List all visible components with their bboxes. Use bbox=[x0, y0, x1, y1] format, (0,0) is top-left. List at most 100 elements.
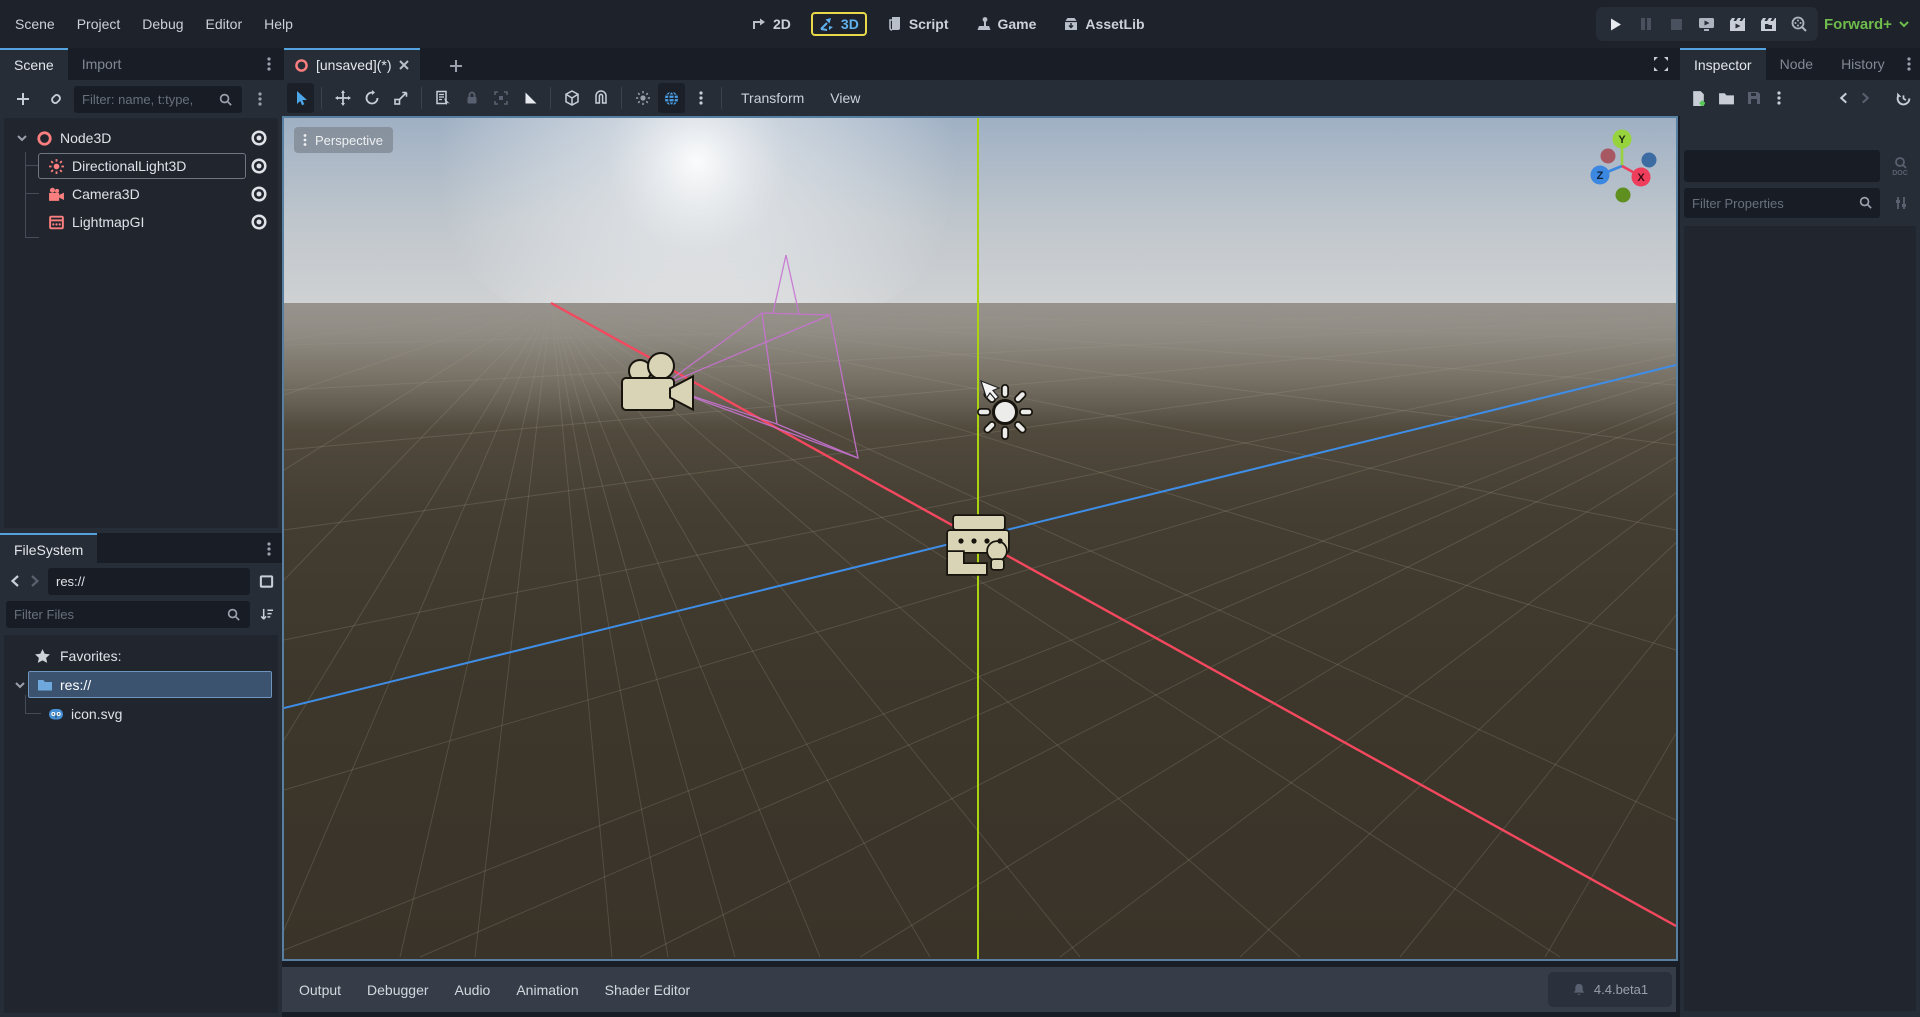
tree-row-directionallight3d[interactable]: DirectionalLight3D bbox=[4, 152, 278, 180]
ruler-tool-button[interactable] bbox=[516, 83, 543, 113]
scene-dock-menu-button[interactable] bbox=[256, 48, 282, 80]
inspector-extra-options-button[interactable] bbox=[1888, 190, 1914, 216]
tree-row-lightmapgi[interactable]: LightmapGI bbox=[4, 208, 278, 236]
transform-menu[interactable]: Transform bbox=[728, 90, 817, 106]
history-back-button[interactable] bbox=[1832, 85, 1854, 111]
scene-tree-menu-button[interactable] bbox=[248, 86, 272, 112]
stop-button[interactable] bbox=[1662, 10, 1690, 38]
instance-scene-button[interactable] bbox=[42, 86, 70, 112]
tab-scene-dock[interactable]: Scene bbox=[0, 48, 68, 80]
workspace-game-button[interactable]: Game bbox=[969, 12, 1044, 36]
history-forward-button[interactable] bbox=[1854, 85, 1876, 111]
scale-tool-button[interactable] bbox=[387, 83, 414, 113]
assetlib-icon bbox=[1063, 16, 1079, 32]
renderer-selector[interactable]: Forward+ bbox=[1824, 0, 1910, 48]
visibility-toggle[interactable] bbox=[248, 183, 270, 205]
tab-node[interactable]: Node bbox=[1766, 48, 1827, 80]
play-custom-scene-button[interactable] bbox=[1754, 10, 1782, 38]
filesystem-dock-menu-button[interactable] bbox=[256, 533, 282, 565]
inspector-properties-area[interactable] bbox=[1684, 226, 1916, 1011]
rotate-tool-button[interactable] bbox=[358, 83, 385, 113]
bottom-tab-output[interactable]: Output bbox=[286, 967, 354, 1012]
workspace-2d-button[interactable]: 2D bbox=[744, 12, 798, 36]
tree-row-node3d[interactable]: Node3D bbox=[4, 124, 278, 152]
tab-history[interactable]: History bbox=[1827, 48, 1899, 80]
play-button[interactable] bbox=[1601, 10, 1629, 38]
preview-environment-button[interactable] bbox=[658, 83, 685, 113]
inspector-filter-input[interactable] bbox=[1684, 188, 1880, 218]
chevron-down-icon bbox=[1898, 18, 1910, 30]
workspace-script-button[interactable]: Script bbox=[880, 12, 956, 36]
workspace-assetlib-button[interactable]: AssetLib bbox=[1056, 12, 1151, 36]
distraction-free-button[interactable] bbox=[1648, 52, 1674, 76]
eye-icon bbox=[250, 129, 268, 147]
add-node-button[interactable] bbox=[8, 86, 38, 112]
tab-filesystem-dock[interactable]: FileSystem bbox=[0, 533, 97, 565]
select-tool-button[interactable] bbox=[287, 83, 314, 113]
pause-button[interactable] bbox=[1632, 10, 1660, 38]
preview-sun-button[interactable] bbox=[629, 83, 656, 113]
visibility-toggle[interactable] bbox=[248, 155, 270, 177]
node-label: Node3D bbox=[60, 130, 111, 146]
use-local-space-button[interactable] bbox=[558, 83, 585, 113]
save-resource-button[interactable] bbox=[1740, 85, 1768, 111]
list-select-button[interactable] bbox=[429, 83, 456, 113]
snap-toggle-button[interactable] bbox=[587, 83, 614, 113]
scene-filter-input[interactable] bbox=[74, 86, 242, 113]
scene-tab-unsaved[interactable]: [unsaved](*) bbox=[284, 48, 420, 80]
movie-maker-button[interactable] bbox=[1785, 10, 1813, 38]
workspace-3d-button[interactable]: 3D bbox=[811, 12, 867, 36]
bottom-tab-shader-editor[interactable]: Shader Editor bbox=[592, 967, 704, 1012]
remote-debug-button[interactable] bbox=[1693, 10, 1721, 38]
fs-back-button[interactable] bbox=[6, 567, 24, 595]
fs-sort-button[interactable] bbox=[254, 601, 278, 627]
perspective-menu-button[interactable]: Perspective bbox=[294, 127, 393, 153]
fs-split-mode-button[interactable] bbox=[254, 568, 278, 594]
play-scene-button[interactable] bbox=[1724, 10, 1752, 38]
bottom-tab-audio[interactable]: Audio bbox=[442, 967, 504, 1012]
menu-help[interactable]: Help bbox=[253, 0, 304, 48]
version-button[interactable]: 4.4.beta1 bbox=[1548, 972, 1672, 1007]
fs-forward-button[interactable] bbox=[26, 567, 44, 595]
lock-selected-button[interactable] bbox=[458, 83, 485, 113]
inspector-dock-menu-button[interactable] bbox=[1899, 48, 1920, 80]
tab-inspector[interactable]: Inspector bbox=[1680, 48, 1766, 80]
fs-path-input[interactable] bbox=[48, 568, 250, 595]
menu-editor[interactable]: Editor bbox=[195, 0, 254, 48]
move-tool-button[interactable] bbox=[329, 83, 356, 113]
run-bar bbox=[1596, 7, 1818, 41]
scene-tab-label: [unsaved](*) bbox=[316, 57, 391, 73]
menu-scene[interactable]: Scene bbox=[4, 0, 66, 48]
bottom-tab-debugger[interactable]: Debugger bbox=[354, 967, 442, 1012]
resource-name-bar[interactable] bbox=[1684, 150, 1880, 182]
viewport-options-button[interactable] bbox=[687, 83, 714, 113]
close-icon[interactable] bbox=[398, 59, 410, 71]
menu-project[interactable]: Project bbox=[66, 0, 132, 48]
new-scene-tab-button[interactable] bbox=[444, 54, 468, 78]
file-row-icon-svg[interactable]: icon.svg bbox=[4, 701, 278, 727]
axis-ball-neg-z[interactable] bbox=[1642, 153, 1657, 168]
new-resource-button[interactable] bbox=[1684, 85, 1712, 111]
axis-ball-neg-x[interactable] bbox=[1601, 149, 1616, 164]
visibility-toggle[interactable] bbox=[248, 211, 270, 233]
lightmapgi-gizmo[interactable] bbox=[948, 516, 1008, 574]
bottom-tab-animation[interactable]: Animation bbox=[503, 967, 591, 1012]
res-root-row[interactable]: res:// bbox=[4, 671, 278, 698]
search-icon bbox=[226, 607, 241, 622]
view-menu[interactable]: View bbox=[817, 90, 873, 106]
fs-filter-input[interactable] bbox=[6, 601, 250, 628]
tab-import-dock[interactable]: Import bbox=[68, 48, 136, 80]
visibility-toggle[interactable] bbox=[248, 127, 270, 149]
star-icon bbox=[34, 648, 51, 665]
menu-debug[interactable]: Debug bbox=[131, 0, 194, 48]
open-docs-button[interactable]: DOC bbox=[1886, 152, 1914, 180]
axis-ball-neg-y[interactable] bbox=[1616, 188, 1631, 203]
resource-options-button[interactable] bbox=[1768, 85, 1790, 111]
tree-row-camera3d[interactable]: Camera3D bbox=[4, 180, 278, 208]
favorites-row[interactable]: Favorites: bbox=[4, 643, 278, 669]
viewport-3d[interactable]: Y Z X bbox=[282, 116, 1678, 961]
group-selected-button[interactable] bbox=[487, 83, 514, 113]
game-icon bbox=[976, 16, 992, 32]
load-resource-button[interactable] bbox=[1712, 85, 1740, 111]
object-history-button[interactable] bbox=[1890, 85, 1916, 111]
